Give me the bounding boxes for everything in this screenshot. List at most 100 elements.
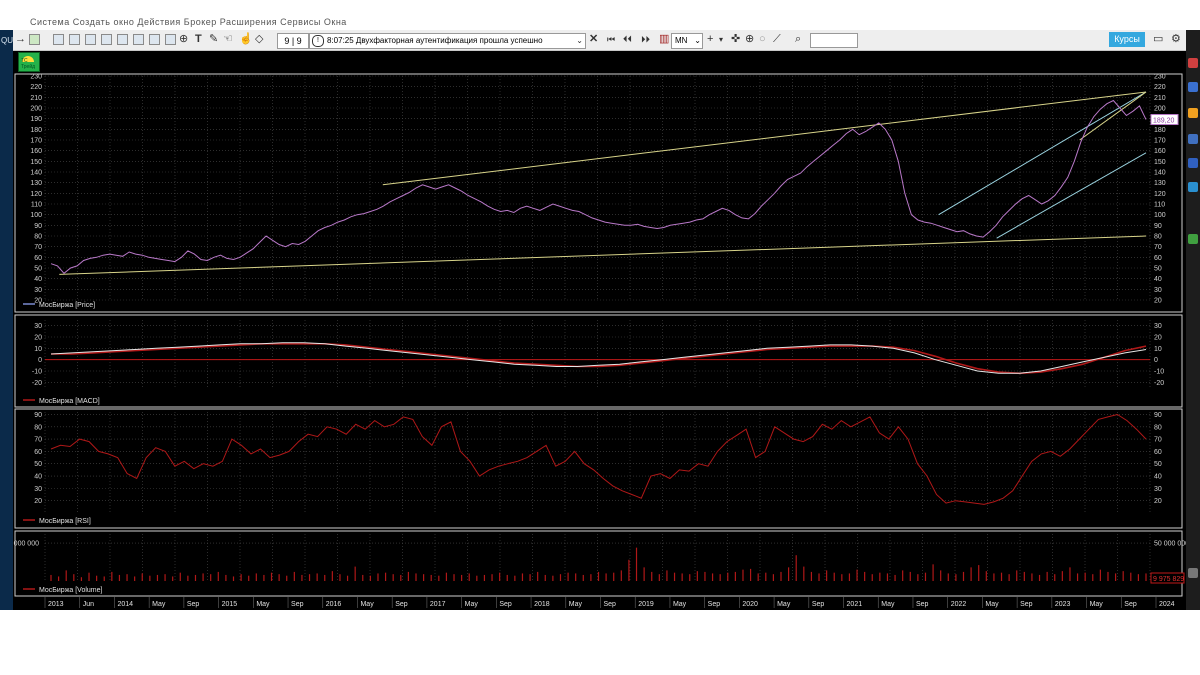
taskbar-app-icon[interactable] [1188, 182, 1198, 192]
y-tick-label-right: 20 [1154, 498, 1162, 505]
x-tick-label: 2017 [430, 601, 446, 608]
y-tick-label-right: 140 [1154, 170, 1166, 177]
y-tick-label-right: 120 [1154, 191, 1166, 198]
y-tick-label-right: 200 [1154, 106, 1166, 113]
y-tick-label-left: 40 [34, 474, 42, 481]
y-tick-label-left: -10 [32, 369, 42, 376]
x-tick-label: Sep [395, 601, 408, 608]
legend-label: МосБиржа [RSI] [39, 518, 91, 525]
y-tick-label-left: 230 [30, 74, 42, 81]
y-tick-label-left: 70 [34, 437, 42, 444]
y-tick-label-right: 40 [1154, 276, 1162, 283]
taskbar-app-icon[interactable] [1188, 234, 1198, 244]
trading-terminal-window: → ⊕ T ✎ ☜ ☝ ◇ 9 | 9 ! 8:07:25 Двухфакторн… [13, 30, 1186, 610]
y-tick-label-right: 40 [1154, 474, 1162, 481]
taskbar-app-icon[interactable] [1188, 82, 1198, 92]
x-tick-label: May [360, 601, 374, 608]
y-tick-label-right: -20 [1154, 380, 1164, 387]
y-tick-label-left: 210 [30, 95, 42, 102]
y-tick-label-right: 230 [1154, 74, 1166, 81]
y-tick-label-left: 30 [34, 287, 42, 294]
charts-area[interactable]: 20 2030 3040 4050 5060 6070 7080 8090 90100 10011… [13, 30, 1186, 610]
chart-panel-frame [14, 530, 1183, 597]
x-tick-label: 2015 [222, 601, 238, 608]
legend-label: МосБиржа [Volume] [39, 587, 103, 594]
taskbar-app-icon[interactable] [1188, 158, 1198, 168]
y-tick-label-left: 20 [34, 335, 42, 342]
x-tick-label: Sep [1020, 601, 1033, 608]
gear-icon[interactable] [1188, 568, 1198, 578]
y-tick-label-right: 160 [1154, 148, 1166, 155]
y-tick-label-right: 20 [1154, 335, 1162, 342]
x-tick-label: 2016 [326, 601, 342, 608]
y-tick-label-left: 120 [30, 191, 42, 198]
taskbar-app-icon[interactable] [1188, 58, 1198, 68]
x-tick-label: 2024 [1159, 601, 1175, 608]
chart-panel-frame [14, 73, 1183, 313]
y-tick-label-right: 100 [1154, 212, 1166, 219]
x-tick-label: May [985, 601, 999, 608]
x-tick-label: 2019 [638, 601, 654, 608]
desktop-app-label: QU [1, 36, 13, 45]
y-tick-label-left: 170 [30, 138, 42, 145]
legend-label: МосБиржа [MACD] [39, 398, 100, 405]
y-tick-label-left: 20 [34, 498, 42, 505]
x-tick-label: Jun [83, 601, 94, 608]
y-tick-label-right: 130 [1154, 180, 1166, 187]
y-tick-label-right: 30 [1154, 287, 1162, 294]
y-tick-label-left: 70 [34, 244, 42, 251]
chart-panel-frame [14, 408, 1183, 529]
y-tick-label-left: 10 [34, 346, 42, 353]
y-tick-label-right: 180 [1154, 127, 1166, 134]
chart-panel-frame [14, 314, 1183, 408]
y-tick-label-right: 70 [1154, 244, 1162, 251]
y-tick-label-left: 130 [30, 180, 42, 187]
x-tick-label: Sep [499, 601, 512, 608]
y-tick-label-right: 220 [1154, 84, 1166, 91]
y-tick-label-left: 200 [30, 106, 42, 113]
y-tick-label-left: 160 [30, 148, 42, 155]
y-tick-label-right: 170 [1154, 138, 1166, 145]
x-tick-label: 2020 [742, 601, 758, 608]
desktop-right-edge [1186, 30, 1200, 610]
x-tick-label: 2023 [1055, 601, 1071, 608]
x-tick-label: 2013 [48, 601, 64, 608]
legend-label: МосБиржа [Price] [39, 302, 95, 309]
taskbar-app-icon[interactable] [1188, 108, 1198, 118]
desktop-left-edge: QU [0, 30, 13, 610]
x-tick-label: May [1090, 601, 1104, 608]
y-tick-label-left: 30 [34, 323, 42, 330]
y-tick-label-left: 80 [34, 234, 42, 241]
x-tick-label: Sep [291, 601, 304, 608]
x-tick-label: 2022 [951, 601, 967, 608]
x-tick-label: Sep [187, 601, 200, 608]
x-tick-label: May [256, 601, 270, 608]
y-tick-label-right: 80 [1154, 234, 1162, 241]
y-tick-label-left: 180 [30, 127, 42, 134]
y-tick-label-left: 60 [34, 449, 42, 456]
x-tick-label: 2014 [117, 601, 133, 608]
x-tick-label: May [777, 601, 791, 608]
y-tick-label-right: 210 [1154, 95, 1166, 102]
y-tick-label-left: 100 [30, 212, 42, 219]
y-tick-label-right: 70 [1154, 437, 1162, 444]
x-tick-label: Sep [604, 601, 617, 608]
taskbar-app-icon[interactable] [1188, 134, 1198, 144]
y-tick-label-left: 50 [34, 266, 42, 273]
x-tick-label: Sep [1124, 601, 1137, 608]
last-price-label: 189,20 [1153, 118, 1175, 125]
y-tick-label-left: 40 [34, 276, 42, 283]
y-tick-label-right: 150 [1154, 159, 1166, 166]
y-tick-label-right: 90 [1154, 223, 1162, 230]
x-tick-label: 2018 [534, 601, 550, 608]
window-top-strip: Система Создать окно Действия Брокер Рас… [0, 0, 1200, 30]
y-tick-label-left: 90 [34, 412, 42, 419]
x-tick-label: 2021 [847, 601, 863, 608]
y-tick-label-right: 60 [1154, 449, 1162, 456]
x-tick-label: Sep [916, 601, 929, 608]
y-tick-label-right: 10 [1154, 346, 1162, 353]
y-tick-label-right: 50 [1154, 266, 1162, 273]
y-tick-label-right: 30 [1154, 323, 1162, 330]
y-tick-label-left: 110 [31, 202, 42, 209]
volume-tick-label-left: 50 000 000 [13, 541, 39, 548]
